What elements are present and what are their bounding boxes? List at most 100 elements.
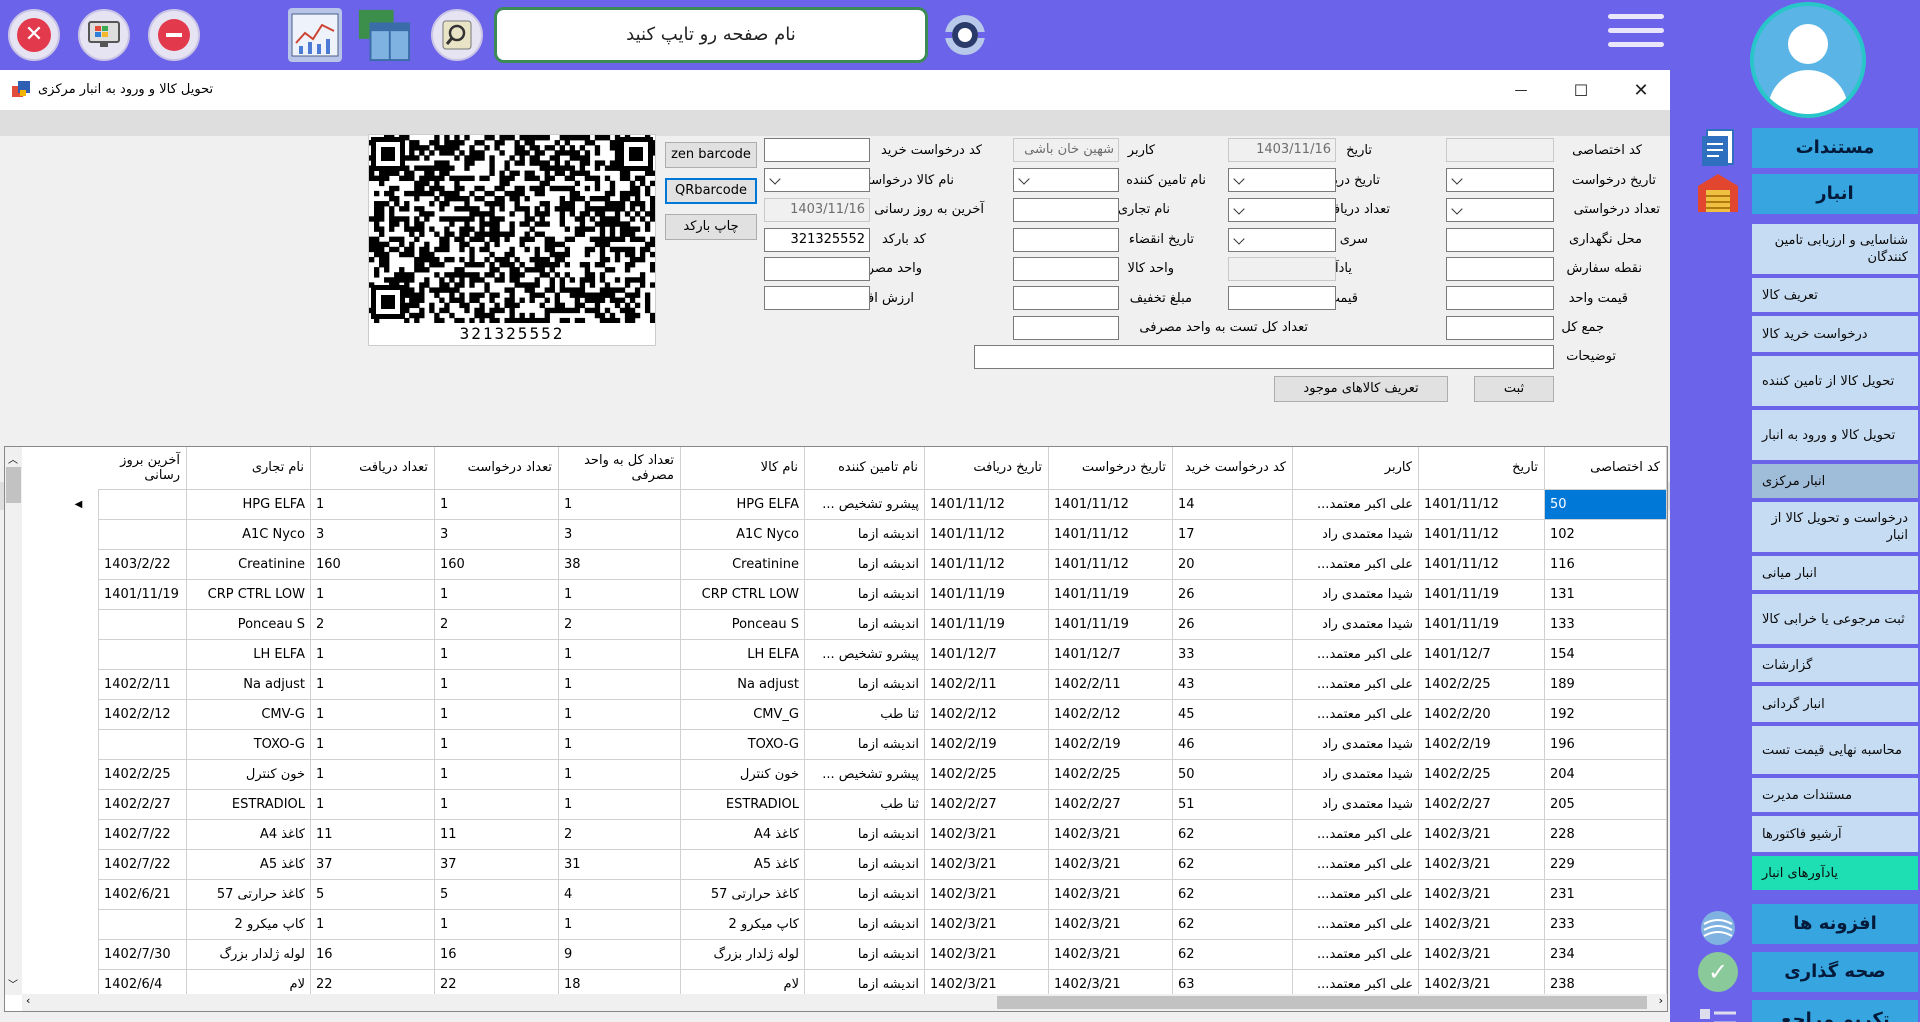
scroll-left-icon[interactable]: ‹ [26, 994, 30, 1007]
table-cell[interactable]: 1402/2/12 [924, 698, 1049, 730]
table-cell[interactable]: 1 [434, 488, 559, 520]
column-header[interactable]: کد درخواست خرید [1172, 447, 1293, 490]
search-tool-button[interactable] [431, 9, 483, 61]
minimize-button[interactable]: — [1498, 76, 1544, 104]
row-header[interactable] [59, 789, 99, 819]
table-cell[interactable]: 1402/3/21 [1048, 848, 1173, 880]
table-cell[interactable]: 62 [1172, 938, 1293, 970]
vahed-kala-field[interactable] [1013, 257, 1119, 281]
table-cell[interactable]: 1 [434, 698, 559, 730]
table-cell[interactable]: 1402/2/27 [98, 788, 187, 820]
page-search-input[interactable]: نام صفحه رو تایپ کنید [494, 7, 928, 63]
table-cell[interactable]: 1402/3/21 [924, 818, 1049, 850]
table-cell[interactable]: 1 [434, 578, 559, 610]
table-cell[interactable]: 1402/2/11 [1048, 668, 1173, 700]
table-cell[interactable]: 26 [1172, 608, 1293, 640]
row-header[interactable] [59, 699, 99, 729]
sidebar-item-warehouse-reminders[interactable]: یادآورهای انبار [1752, 856, 1918, 890]
table-cell[interactable]: شیدا معتمدی راد [1292, 728, 1419, 760]
stop-button[interactable] [148, 9, 200, 61]
table-cell[interactable]: 205 [1544, 788, 1667, 820]
table-row[interactable]: 196 1402/2/19 شیدا معتمدی راد 46 1402/2/19 14… [59, 728, 1667, 760]
table-cell[interactable]: 1402/2/20 [1418, 698, 1545, 730]
sidebar-main-validation[interactable]: صحه گذاری [1752, 952, 1918, 992]
table-cell[interactable]: CRP CTRL LOW [680, 578, 805, 610]
sidebar-main-plugins[interactable]: افزونه ها [1752, 904, 1918, 944]
table-cell[interactable]: 62 [1172, 818, 1293, 850]
arzesh-afzoode-field[interactable] [764, 286, 870, 310]
print-barcode-button[interactable]: چاپ بارکد [665, 214, 757, 240]
tedad-darkhasti-select[interactable] [1446, 198, 1554, 222]
row-header[interactable] [59, 939, 99, 969]
table-cell[interactable]: 196 [1544, 728, 1667, 760]
table-cell[interactable]: 1401/11/19 [1418, 608, 1545, 640]
row-header[interactable] [59, 729, 99, 759]
table-cell[interactable] [98, 908, 187, 940]
table-cell[interactable]: علی اکبر معتمد... [1292, 668, 1419, 700]
table-cell[interactable]: اندیشه ازما [804, 728, 925, 760]
table-cell[interactable]: CRP CTRL LOW [186, 578, 311, 610]
qrbarcode-button[interactable]: QRbarcode [665, 178, 757, 204]
table-cell[interactable]: 1402/3/21 [1048, 818, 1173, 850]
table-cell[interactable]: 1 [558, 698, 681, 730]
gheimat-kol-field[interactable] [1228, 286, 1336, 310]
table-cell[interactable]: علی اکبر معتمد... [1292, 488, 1419, 520]
table-cell[interactable]: HPG ELFA [186, 488, 311, 520]
table-row[interactable]: 116 1401/11/12 علی اکبر معتمد... 20 1401/11/… [59, 548, 1667, 580]
column-header[interactable]: کد اختصاصی [1544, 447, 1667, 490]
column-header[interactable]: نام تامین کننده [804, 447, 925, 490]
table-cell[interactable]: 1402/2/25 [1048, 758, 1173, 790]
table-cell[interactable]: 1 [558, 578, 681, 610]
table-cell[interactable]: 1402/3/21 [924, 878, 1049, 910]
table-cell[interactable]: علی اکبر معتمد... [1292, 638, 1419, 670]
tarikh-field[interactable]: 1403/11/16 [1228, 138, 1336, 162]
table-cell[interactable]: 1402/2/12 [98, 698, 187, 730]
table-cell[interactable]: 46 [1172, 728, 1293, 760]
table-cell[interactable]: 1 [310, 788, 435, 820]
table-cell[interactable]: 1401/11/19 [924, 578, 1049, 610]
column-header[interactable]: نام تجاری [186, 447, 311, 490]
table-cell[interactable]: 1401/11/12 [1048, 488, 1173, 520]
table-cell[interactable]: 16 [434, 938, 559, 970]
table-cell[interactable]: 3 [558, 518, 681, 550]
scroll-up-icon[interactable]: ︿ [8, 451, 18, 466]
code-ekhtesasi-field[interactable] [1446, 138, 1554, 162]
table-cell[interactable]: ESTRADIOL [186, 788, 311, 820]
table-cell[interactable]: 1 [558, 788, 681, 820]
sidebar-item-returns[interactable]: ثبت مرجوعی یا خرابی کالا [1752, 594, 1918, 644]
table-cell[interactable]: علی اکبر معتمد... [1292, 698, 1419, 730]
table-cell[interactable]: 51 [1172, 788, 1293, 820]
column-header[interactable]: کاربر [1292, 447, 1419, 490]
column-header[interactable]: نام کالا [680, 447, 805, 490]
akharin-update-field[interactable]: 1403/11/16 [764, 198, 870, 222]
table-cell[interactable]: 1402/3/21 [1418, 938, 1545, 970]
table-cell[interactable]: اندیشه ازما [804, 548, 925, 580]
table-cell[interactable]: 102 [1544, 518, 1667, 550]
table-cell[interactable]: Creatinine [680, 548, 805, 580]
table-cell[interactable]: 1401/11/12 [1048, 518, 1173, 550]
table-cell[interactable]: 11 [310, 818, 435, 850]
table-cell[interactable]: 1401/11/12 [1418, 548, 1545, 580]
table-cell[interactable]: 1402/7/30 [98, 938, 187, 970]
table-cell[interactable]: اندیشه ازما [804, 578, 925, 610]
table-cell[interactable]: 1401/11/12 [924, 548, 1049, 580]
vahed-masrafi-field[interactable] [764, 257, 870, 281]
avatar[interactable] [1750, 2, 1866, 118]
table-cell[interactable]: کاغذ A4 [680, 818, 805, 850]
yadavar-field[interactable] [1228, 257, 1336, 281]
table-cell[interactable]: 1 [558, 728, 681, 760]
table-cell[interactable]: 2 [434, 608, 559, 640]
table-cell[interactable]: 1402/2/11 [98, 668, 187, 700]
table-cell[interactable]: علی اکبر معتمد... [1292, 548, 1419, 580]
table-cell[interactable]: 1403/2/22 [98, 548, 187, 580]
row-header[interactable] [59, 669, 99, 699]
table-cell[interactable]: 1402/3/21 [1418, 848, 1545, 880]
table-cell[interactable]: 1402/2/11 [924, 668, 1049, 700]
table-cell[interactable]: 1401/11/12 [924, 488, 1049, 520]
maximize-button[interactable]: ☐ [1558, 76, 1604, 104]
sidebar-item-management-docs[interactable]: مستندات مدیرت [1752, 778, 1918, 812]
table-cell[interactable]: 11 [434, 818, 559, 850]
table-cell[interactable]: اندیشه ازما [804, 818, 925, 850]
table-cell[interactable]: 1402/2/25 [924, 758, 1049, 790]
table-cell[interactable] [98, 488, 187, 520]
